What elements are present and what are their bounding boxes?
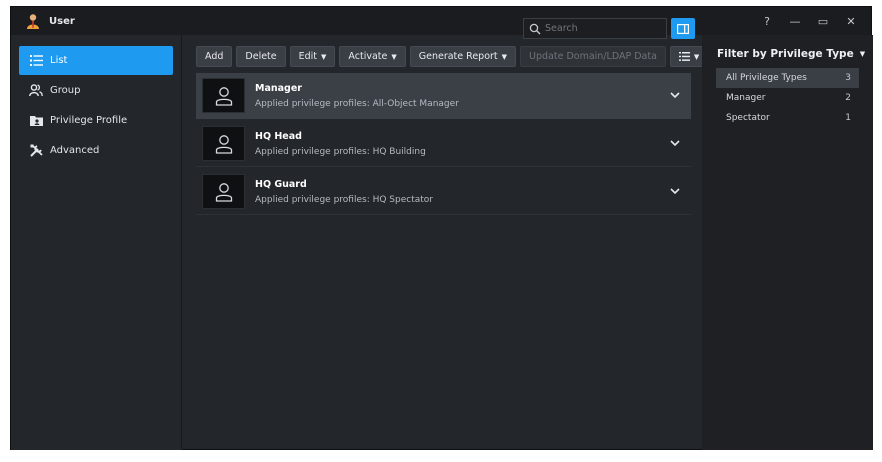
user-app-icon: [27, 14, 39, 29]
user-profile: Applied privilege profiles: All-Object M…: [255, 98, 459, 109]
group-icon: [29, 84, 43, 98]
edit-dropdown-label: Edit: [298, 51, 318, 62]
activate-dropdown[interactable]: Activate ▼: [339, 46, 406, 67]
user-avatar: [202, 78, 245, 113]
filter-panel: Filter by Privilege Type ▼ All Privilege…: [702, 35, 873, 450]
toolbar: Add Delete Edit ▼ Activate ▼ Generate Repo…: [196, 46, 709, 67]
privilege-profile-icon: [29, 114, 43, 128]
filter-item-count: 2: [845, 93, 851, 103]
user-row-text: Manager Applied privilege profiles: All-…: [255, 83, 459, 109]
chevron-down-icon[interactable]: [669, 89, 681, 101]
filter-item-count: 1: [845, 113, 851, 123]
maximize-button[interactable]: ▭: [817, 16, 829, 27]
delete-button-label: Delete: [245, 51, 277, 62]
list-icon: [29, 54, 43, 68]
list-view-icon: [678, 52, 690, 61]
filter-item-manager[interactable]: Manager 2: [716, 88, 859, 108]
tools-icon: [29, 144, 43, 158]
window-title: User: [49, 15, 75, 27]
person-icon: [215, 86, 232, 106]
sidebar-item-label: Advanced: [50, 145, 100, 156]
filter-item-all[interactable]: All Privilege Types 3: [716, 68, 859, 88]
filter-item-label: Manager: [726, 93, 766, 103]
filter-title-label: Filter by Privilege Type: [717, 48, 854, 60]
main-content: Add Delete Edit ▼ Activate ▼ Generate Repo…: [183, 35, 709, 450]
user-profile: Applied privilege profiles: HQ Spectator: [255, 194, 433, 205]
person-icon: [215, 134, 232, 154]
add-button[interactable]: Add: [196, 46, 233, 67]
sidebar-item-label: List: [50, 55, 68, 66]
user-row[interactable]: HQ Guard Applied privilege profiles: HQ …: [196, 169, 691, 215]
chevron-down-icon[interactable]: [669, 185, 681, 197]
side-panel-icon: [677, 23, 689, 34]
title-bar: User ? — ▭ ✕: [11, 7, 871, 35]
sidebar-item-advanced[interactable]: Advanced: [19, 136, 173, 165]
user-name: Manager: [255, 82, 302, 94]
update-domain-ldap-button[interactable]: Update Domain/LDAP Data: [520, 46, 666, 67]
caret-down-icon: ▼: [859, 50, 866, 58]
edit-dropdown[interactable]: Edit ▼: [289, 46, 336, 67]
sidebar: List Group Privilege Profile Advanced: [11, 35, 182, 450]
user-name: HQ Head: [255, 130, 302, 142]
sidebar-item-group[interactable]: Group: [19, 76, 173, 105]
user-avatar: [202, 126, 245, 161]
window-controls: ? — ▭ ✕: [761, 7, 857, 35]
user-profile: Applied privilege profiles: HQ Building: [255, 146, 426, 157]
minimize-button[interactable]: —: [789, 16, 801, 27]
filter-item-count: 3: [845, 73, 851, 83]
user-row[interactable]: HQ Head Applied privilege profiles: HQ B…: [196, 121, 691, 167]
user-row-text: HQ Guard Applied privilege profiles: HQ …: [255, 179, 433, 205]
caret-down-icon: ▼: [693, 52, 700, 61]
search-input[interactable]: [545, 23, 655, 34]
sidebar-item-list[interactable]: List: [19, 46, 173, 75]
person-icon: [215, 182, 232, 202]
caret-down-icon: ▼: [391, 52, 397, 61]
sidebar-item-label: Privilege Profile: [50, 115, 128, 126]
caret-down-icon: ▼: [501, 52, 508, 61]
delete-button[interactable]: Delete: [236, 46, 286, 67]
sidebar-item-label: Group: [50, 85, 81, 96]
activate-dropdown-label: Activate: [348, 51, 388, 62]
filter-item-label: All Privilege Types: [726, 73, 807, 83]
filter-title[interactable]: Filter by Privilege Type ▼: [702, 45, 873, 63]
user-avatar: [202, 174, 245, 209]
search-box: [523, 18, 667, 39]
caret-down-icon: ▼: [321, 52, 327, 61]
search-icon: [529, 23, 541, 34]
filter-item-spectator[interactable]: Spectator 1: [716, 108, 859, 128]
close-button[interactable]: ✕: [845, 16, 857, 27]
user-row[interactable]: Manager Applied privilege profiles: All-…: [196, 73, 691, 119]
user-row-text: HQ Head Applied privilege profiles: HQ B…: [255, 131, 426, 157]
generate-report-dropdown[interactable]: Generate Report ▼: [409, 46, 517, 67]
help-button[interactable]: ?: [761, 16, 773, 27]
chevron-down-icon[interactable]: [669, 137, 681, 149]
filter-panel-toggle-button[interactable]: [671, 18, 695, 39]
sidebar-item-privilege-profile[interactable]: Privilege Profile: [19, 106, 173, 135]
generate-report-label: Generate Report: [418, 51, 498, 62]
user-window: User ? — ▭ ✕ List Group Privilege Profil…: [10, 6, 873, 450]
user-list: Manager Applied privilege profiles: All-…: [196, 73, 691, 217]
user-name: HQ Guard: [255, 178, 307, 190]
filter-item-label: Spectator: [726, 113, 770, 123]
add-button-label: Add: [205, 51, 224, 62]
update-domain-label: Update Domain/LDAP Data: [529, 51, 657, 62]
